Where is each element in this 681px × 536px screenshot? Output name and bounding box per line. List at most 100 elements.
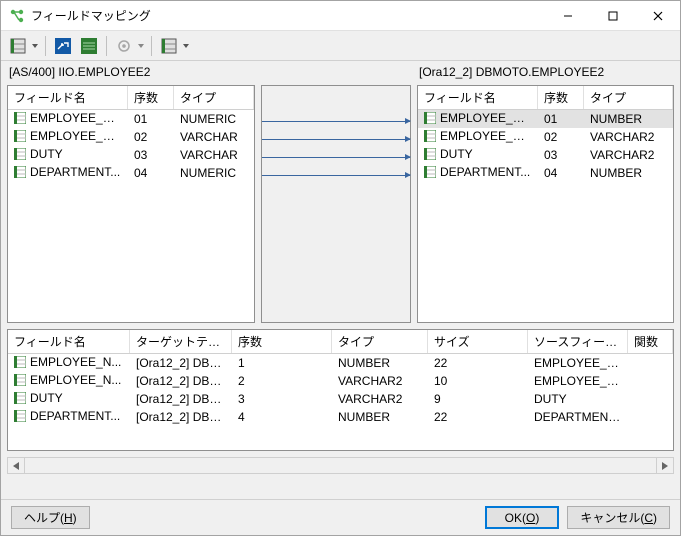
cell-target: [Ora12_2] DBM... xyxy=(130,409,232,425)
table-row[interactable]: DEPARTMENT...04NUMBER xyxy=(418,164,673,182)
cell-size: 9 xyxy=(428,391,528,407)
cell-ord: 04 xyxy=(538,165,584,181)
source-grid[interactable]: フィールド名 序数 タイプ EMPLOYEE_N...01NUMERICEMPL… xyxy=(7,85,255,323)
toolbar-sep-3 xyxy=(151,36,152,56)
cell-src: EMPLOYEE_NA... xyxy=(528,373,628,389)
col-field[interactable]: フィールド名 xyxy=(8,86,128,109)
close-button[interactable] xyxy=(635,1,680,30)
col-field[interactable]: フィールド名 xyxy=(418,86,538,109)
cell-ord: 3 xyxy=(232,391,332,407)
cell-field: DEPARTMENT... xyxy=(418,164,538,181)
dialog-footer: ヘルプ(H) OK(O) キャンセル(C) xyxy=(1,499,680,535)
cell-type: NUMBER xyxy=(332,355,428,371)
cell-type: NUMBER xyxy=(584,165,673,181)
gear-button[interactable] xyxy=(113,35,135,57)
mapping-grid[interactable]: フィールド名 ターゲットテーブル 序数 タイプ サイズ ソースフィールド 関数 … xyxy=(7,329,674,451)
col-type[interactable]: タイプ xyxy=(584,86,673,109)
col-ord[interactable]: 序数 xyxy=(232,330,332,353)
mapping-arrow[interactable] xyxy=(262,112,410,130)
col-type[interactable]: タイプ xyxy=(174,86,254,109)
cell-field: EMPLOYEE_N... xyxy=(8,354,130,371)
table-row[interactable]: EMPLOYEE_N...01NUMBER xyxy=(418,110,673,128)
col-ord[interactable]: 序数 xyxy=(538,86,584,109)
cell-type: VARCHAR2 xyxy=(332,373,428,389)
cell-func xyxy=(628,416,673,418)
col-func[interactable]: 関数 xyxy=(628,330,673,353)
cell-field: DEPARTMENT... xyxy=(8,164,128,181)
help-button[interactable]: ヘルプ(H) xyxy=(11,506,90,529)
col-ord[interactable]: 序数 xyxy=(128,86,174,109)
grid-dropdown-2[interactable] xyxy=(182,44,190,48)
col-target[interactable]: ターゲットテーブル xyxy=(130,330,232,353)
grid-dropdown[interactable] xyxy=(31,44,39,48)
col-type[interactable]: タイプ xyxy=(332,330,428,353)
target-grid-body: EMPLOYEE_N...01NUMBEREMPLOYEE_N...02VARC… xyxy=(418,110,673,322)
window-title: フィールドマッピング xyxy=(31,7,545,24)
cell-ord: 2 xyxy=(232,373,332,389)
cell-field: EMPLOYEE_N... xyxy=(8,128,128,145)
col-field[interactable]: フィールド名 xyxy=(8,330,130,353)
table-row[interactable]: DUTY03VARCHAR xyxy=(8,146,254,164)
app-icon xyxy=(9,8,25,24)
gear-dropdown[interactable] xyxy=(137,44,145,48)
toolbar xyxy=(1,31,680,61)
toolbar-sep-2 xyxy=(106,36,107,56)
field-icon xyxy=(14,112,26,127)
cell-type: NUMERIC xyxy=(174,111,254,127)
cell-target: [Ora12_2] DBM... xyxy=(130,373,232,389)
scroll-right-button[interactable] xyxy=(656,458,673,473)
scroll-left-button[interactable] xyxy=(8,458,25,473)
cell-type: VARCHAR xyxy=(174,147,254,163)
col-src[interactable]: ソースフィールド xyxy=(528,330,628,353)
grid-button[interactable] xyxy=(7,35,29,57)
field-icon xyxy=(14,356,26,371)
field-icon xyxy=(424,148,436,163)
table-row[interactable]: EMPLOYEE_N...[Ora12_2] DBM...2VARCHAR210… xyxy=(8,372,673,390)
cell-ord: 4 xyxy=(232,409,332,425)
grid-green-button[interactable] xyxy=(78,35,100,57)
link-button[interactable] xyxy=(52,35,74,57)
minimize-button[interactable] xyxy=(545,1,590,30)
mapping-arrow[interactable] xyxy=(262,130,410,148)
mapping-arrow[interactable] xyxy=(262,148,410,166)
source-grid-body: EMPLOYEE_N...01NUMERICEMPLOYEE_N...02VAR… xyxy=(8,110,254,322)
table-row[interactable]: EMPLOYEE_N...02VARCHAR2 xyxy=(418,128,673,146)
field-icon xyxy=(14,130,26,145)
maximize-button[interactable] xyxy=(590,1,635,30)
field-icon xyxy=(14,166,26,181)
cell-field: EMPLOYEE_N... xyxy=(418,128,538,145)
cell-field: DUTY xyxy=(8,390,130,407)
window-controls xyxy=(545,1,680,30)
cell-field: EMPLOYEE_N... xyxy=(8,372,130,389)
table-row[interactable]: EMPLOYEE_N...02VARCHAR xyxy=(8,128,254,146)
cell-target: [Ora12_2] DBM... xyxy=(130,355,232,371)
pane-labels: [AS/400] IIO.EMPLOYEE2 [Ora12_2] DBMOTO.… xyxy=(7,65,674,79)
col-size[interactable]: サイズ xyxy=(428,330,528,353)
table-row[interactable]: DEPARTMENT...[Ora12_2] DBM...4NUMBER22DE… xyxy=(8,408,673,426)
mapping-grid-header: フィールド名 ターゲットテーブル 序数 タイプ サイズ ソースフィールド 関数 xyxy=(8,330,673,354)
target-grid[interactable]: フィールド名 序数 タイプ EMPLOYEE_N...01NUMBEREMPLO… xyxy=(417,85,674,323)
cancel-button[interactable]: キャンセル(C) xyxy=(567,506,670,529)
cell-target: [Ora12_2] DBM... xyxy=(130,391,232,407)
cell-ord: 04 xyxy=(128,165,174,181)
table-row[interactable]: EMPLOYEE_N...01NUMERIC xyxy=(8,110,254,128)
cell-ord: 02 xyxy=(538,129,584,145)
cell-size: 22 xyxy=(428,409,528,425)
horizontal-scrollbar[interactable] xyxy=(7,457,674,474)
ok-button[interactable]: OK(O) xyxy=(485,506,560,529)
cell-field: DUTY xyxy=(8,146,128,163)
cell-ord: 01 xyxy=(128,111,174,127)
table-row[interactable]: DEPARTMENT...04NUMERIC xyxy=(8,164,254,182)
field-icon xyxy=(14,410,26,425)
cell-src: EMPLOYEE_NU... xyxy=(528,355,628,371)
table-row[interactable]: EMPLOYEE_N...[Ora12_2] DBM...1NUMBER22EM… xyxy=(8,354,673,372)
table-row[interactable]: DUTY[Ora12_2] DBM...3VARCHAR29DUTY xyxy=(8,390,673,408)
cell-ord: 03 xyxy=(128,147,174,163)
table-row[interactable]: DUTY03VARCHAR2 xyxy=(418,146,673,164)
cell-size: 10 xyxy=(428,373,528,389)
grid-button-2[interactable] xyxy=(158,35,180,57)
target-grid-header: フィールド名 序数 タイプ xyxy=(418,86,673,110)
mapping-arrow[interactable] xyxy=(262,166,410,184)
field-icon xyxy=(14,392,26,407)
body: [AS/400] IIO.EMPLOYEE2 [Ora12_2] DBMOTO.… xyxy=(1,61,680,499)
